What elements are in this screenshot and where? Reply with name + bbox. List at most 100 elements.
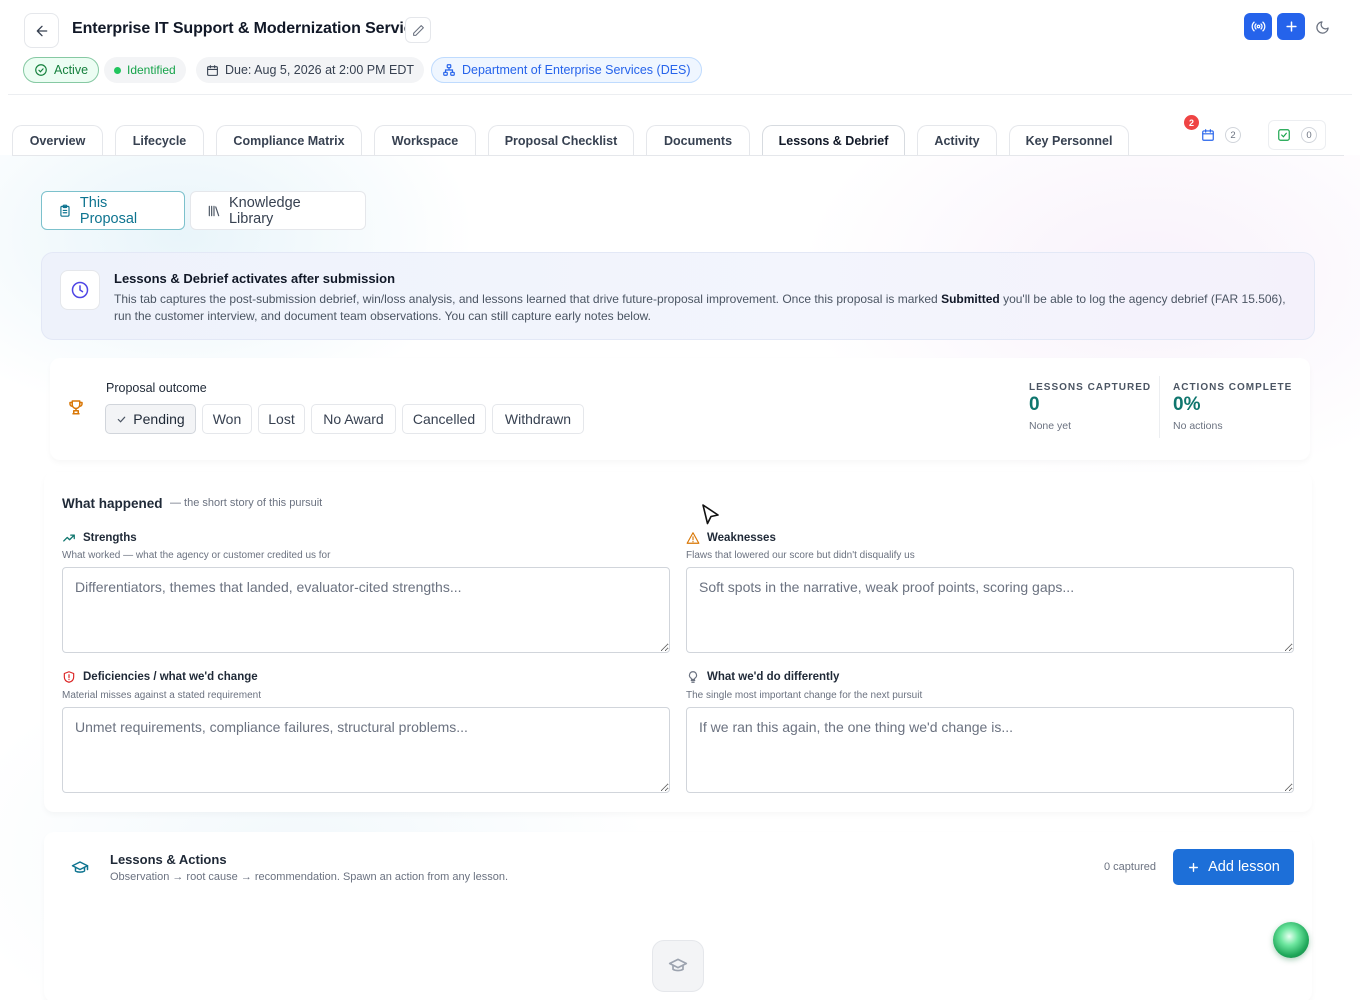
do-differently-label: What we'd do differently (686, 670, 839, 684)
tab-proposal-checklist[interactable]: Proposal Checklist (488, 125, 634, 156)
graduation-cap-icon (668, 958, 688, 972)
library-icon (208, 205, 220, 216)
strengths-label-text: Strengths (83, 532, 137, 544)
outcome-option-no-award[interactable]: No Award (311, 404, 396, 434)
actions-complete-value: 0% (1173, 394, 1201, 415)
knowledge-library-label: Knowledge Library (228, 194, 301, 227)
lessons-captured-sub: None yet (1029, 420, 1072, 432)
deficiencies-textarea[interactable] (62, 707, 670, 793)
add-lesson-label: Add lesson (1208, 859, 1280, 875)
edit-title-button[interactable] (405, 17, 431, 43)
stat-divider (1159, 376, 1160, 438)
check-icon (117, 416, 126, 423)
deficiencies-help: Material misses against a stated require… (62, 690, 261, 701)
do-differently-textarea[interactable] (686, 707, 1294, 793)
weaknesses-label-text: Weaknesses (707, 532, 776, 544)
mouse-cursor-icon (700, 503, 722, 532)
outcome-option-lost[interactable]: Lost (258, 404, 305, 434)
theme-toggle-button[interactable] (1310, 15, 1334, 39)
lessons-captured-value: 0 (1029, 394, 1040, 415)
due-date-label: Due: Aug 5, 2026 at 2:00 PM EDT (225, 63, 415, 77)
outcome-option-pending[interactable]: Pending (105, 404, 196, 434)
actions-complete-caption: ACTIONS COMPLETE (1173, 382, 1293, 393)
tab-key-personnel[interactable]: Key Personnel (1009, 125, 1129, 156)
tab-lessons-debrief[interactable]: Lessons & Debrief (762, 125, 905, 156)
warning-icon (686, 532, 700, 544)
outcome-option-withdrawn[interactable]: Withdrawn (492, 404, 584, 434)
calendar-counter-button[interactable]: 2 (1193, 120, 1249, 150)
tab-lifecycle[interactable]: Lifecycle (115, 125, 204, 156)
notification-badge: 2 (1184, 115, 1199, 130)
pencil-icon (412, 24, 424, 36)
stage-label: Identified (127, 63, 176, 77)
back-button[interactable] (24, 13, 59, 48)
tab-workspace[interactable]: Workspace (374, 125, 476, 156)
tab-documents[interactable]: Documents (646, 125, 750, 156)
plus-icon (1189, 862, 1199, 872)
shield-alert-icon (63, 671, 75, 683)
tasks-count: 0 (1301, 127, 1317, 143)
this-proposal-toggle[interactable]: This Proposal (41, 191, 185, 230)
do-differently-label-text: What we'd do differently (707, 671, 840, 683)
org-chart-icon (443, 64, 455, 76)
tasks-counter-button[interactable]: 0 (1268, 120, 1326, 150)
lightbulb-icon (688, 671, 698, 683)
tab-activity[interactable]: Activity (917, 125, 997, 156)
tabs-baseline (12, 155, 1344, 156)
lessons-title: Lessons & Actions (110, 852, 227, 867)
assistant-orb-button[interactable] (1273, 922, 1309, 958)
tab-overview[interactable]: Overview (12, 125, 103, 156)
broadcast-icon (1251, 21, 1265, 32)
trending-up-icon (63, 534, 75, 542)
tab-compliance-matrix[interactable]: Compliance Matrix (216, 125, 362, 156)
add-button[interactable] (1277, 13, 1305, 40)
weaknesses-textarea[interactable] (686, 567, 1294, 653)
broadcast-button[interactable] (1244, 13, 1272, 40)
calendar-icon (207, 64, 218, 76)
strengths-label: Strengths (62, 531, 137, 545)
strengths-textarea[interactable] (62, 567, 670, 653)
header-divider (8, 94, 1352, 95)
strengths-help: What worked — what the agency or custome… (62, 550, 331, 561)
actions-complete-sub: No actions (1173, 420, 1223, 432)
what-happened-title: What happened (62, 496, 163, 511)
clipboard-icon (60, 204, 70, 217)
banner-body-bold: Submitted (941, 292, 1000, 306)
plus-icon (1285, 21, 1297, 32)
banner-body: This tab captures the post-submission de… (114, 291, 1294, 324)
outcome-option-cancelled[interactable]: Cancelled (402, 404, 486, 434)
trophy-icon (67, 398, 85, 421)
calendar-icon (1202, 129, 1214, 141)
banner-title: Lessons & Debrief activates after submis… (114, 271, 396, 286)
status-label: Active (54, 63, 89, 77)
lessons-captured-caption: LESSONS CAPTURED (1029, 382, 1152, 393)
status-badge: Active (23, 57, 100, 83)
banner-body-text: This tab captures the post-submission de… (114, 292, 942, 306)
moon-icon (1315, 20, 1329, 34)
weaknesses-help: Flaws that lowered our score but didn't … (686, 550, 915, 561)
agency-label: Department of Enterprise Services (DES) (462, 63, 691, 77)
add-lesson-button[interactable]: Add lesson (1173, 849, 1294, 885)
checkbox-icon (1278, 129, 1290, 141)
empty-state-icon (652, 940, 704, 992)
page-title: Enterprise IT Support & Modernization Se… (72, 20, 431, 37)
banner-icon-box (60, 270, 100, 310)
due-date-badge: Due: Aug 5, 2026 at 2:00 PM EDT (196, 57, 425, 83)
stage-dot-icon (114, 66, 121, 74)
arrow-left-icon (36, 25, 47, 36)
graduation-cap-icon (71, 859, 89, 882)
outcome-label: Proposal outcome (106, 381, 207, 395)
clock-icon (71, 281, 89, 299)
outcome-option-label: Pending (133, 411, 185, 427)
calendar-count: 2 (1225, 127, 1241, 143)
this-proposal-label: This Proposal (79, 194, 138, 227)
outcome-option-won[interactable]: Won (202, 404, 252, 434)
what-happened-subtitle: — the short story of this pursuit (170, 497, 323, 509)
agency-badge[interactable]: Department of Enterprise Services (DES) (431, 57, 702, 83)
deficiencies-label-text: Deficiencies / what we'd change (83, 671, 258, 683)
lessons-subtitle: Observation → root cause → recommendatio… (110, 871, 509, 883)
do-differently-help: The single most important change for the… (686, 690, 923, 701)
knowledge-library-toggle[interactable]: Knowledge Library (190, 191, 366, 230)
lessons-captured-count: 0 captured (1104, 861, 1156, 873)
check-circle-icon (35, 64, 47, 76)
